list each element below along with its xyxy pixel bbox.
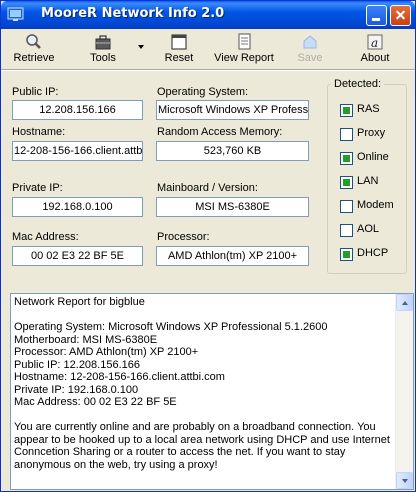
checkbox-label: Proxy <box>357 127 386 139</box>
checkbox-box[interactable] <box>340 176 353 189</box>
reset-button[interactable]: Reset <box>159 31 199 67</box>
reset-label: Reset <box>164 52 194 64</box>
view-report-label: View Report <box>214 52 274 64</box>
close-button[interactable] <box>390 5 411 26</box>
window-title: MooreR Network Info 2.0 <box>41 6 225 21</box>
checkbox-label: DHCP <box>357 247 389 259</box>
checkbox-box[interactable] <box>340 104 353 117</box>
toolbar: Retrieve Tools Reset View Report Save a … <box>1 29 415 69</box>
checkbox-box[interactable] <box>340 248 353 261</box>
app-icon <box>7 7 24 21</box>
report-content: Network Report for bigblue Operating Sys… <box>14 296 394 471</box>
magnifier-icon <box>26 34 41 49</box>
checkbox-label: Online <box>357 151 389 163</box>
mainboard-label: Mainboard / Version: <box>157 182 258 194</box>
mac-address-field[interactable]: 00 02 E3 22 BF 5E <box>12 246 143 266</box>
private-ip-field[interactable]: 192.168.0.100 <box>12 197 143 217</box>
tools-button[interactable]: Tools <box>83 31 123 67</box>
report-line: Hostname: 12-208-156-166.client.attbi.co… <box>14 371 225 383</box>
hostname-label: Hostname: <box>12 126 66 138</box>
ram-field[interactable]: 523,760 KB <box>156 141 309 161</box>
report-line: Public IP: 12.208.156.166 <box>14 358 140 371</box>
scroll-up-button[interactable] <box>396 294 413 311</box>
checkbox-box[interactable] <box>340 128 353 141</box>
report-line: Motherboard: MSI MS-6380E <box>14 333 158 346</box>
operating-system-field[interactable]: Microsoft Windows XP Professi <box>156 100 309 120</box>
title-bar[interactable]: MooreR Network Info 2.0 <box>1 1 415 29</box>
checkbox-label: AOL <box>357 223 380 235</box>
scroll-down-arrow-icon <box>402 479 408 483</box>
checkbox-label: Modem <box>357 199 394 211</box>
hostname-field[interactable]: 12-208-156-166.client.attb <box>12 141 143 161</box>
report-summary: You are currently online and are probabl… <box>14 421 390 471</box>
checkbox-box[interactable] <box>340 200 353 213</box>
minimize-button[interactable] <box>366 5 387 26</box>
about-icon: a <box>367 34 383 50</box>
report-heading: Network Report for bigblue <box>14 296 145 308</box>
operating-system-label: Operating System: <box>157 86 249 98</box>
scroll-down-button[interactable] <box>396 472 413 489</box>
report-line: Processor: AMD Athlon(tm) XP 2100+ <box>14 346 199 358</box>
document-icon <box>171 34 187 50</box>
scroll-up-arrow-icon <box>402 301 408 305</box>
app-window: MooreR Network Info 2.0 Retrieve Tools R… <box>0 0 416 492</box>
report-line: Operating System: Microsoft Windows XP P… <box>14 321 328 333</box>
tools-label: Tools <box>90 52 116 64</box>
tools-dropdown-arrow-icon[interactable] <box>138 45 144 49</box>
view-report-button[interactable]: View Report <box>211 31 277 67</box>
save-label: Save <box>297 52 323 64</box>
toolbox-icon <box>95 35 111 50</box>
processor-field[interactable]: AMD Athlon(tm) XP 2100+ <box>156 246 309 266</box>
svg-text:a: a <box>371 36 378 50</box>
public-ip-field[interactable]: 12.208.156.166 <box>12 100 143 120</box>
checkbox-box[interactable] <box>340 152 353 165</box>
checkbox-box[interactable] <box>340 224 353 237</box>
toolbar-divider <box>1 69 415 71</box>
retrieve-button[interactable]: Retrieve <box>9 31 59 67</box>
checkbox-label: LAN <box>357 175 379 187</box>
private-ip-label: Private IP: <box>12 182 63 194</box>
report-icon <box>238 33 251 50</box>
about-button[interactable]: a About <box>357 31 393 67</box>
ram-label: Random Access Memory: <box>157 126 283 138</box>
public-ip-label: Public IP: <box>12 86 59 98</box>
processor-label: Processor: <box>157 231 210 243</box>
checkbox-label: RAS <box>357 103 380 115</box>
report-line: Mac Address: 00 02 E3 22 BF 5E <box>14 396 177 408</box>
save-button[interactable]: Save <box>293 31 327 67</box>
save-icon <box>303 35 317 49</box>
mac-address-label: Mac Address: <box>12 231 79 243</box>
report-scrollbar[interactable] <box>395 294 413 489</box>
about-label: About <box>360 52 390 64</box>
detected-group-title: Detected: <box>331 78 385 90</box>
mainboard-field[interactable]: MSI MS-6380E <box>156 197 309 217</box>
retrieve-label: Retrieve <box>13 52 55 64</box>
report-line: Private IP: 192.168.0.100 <box>14 383 139 396</box>
report-textarea[interactable]: Network Report for bigblue Operating Sys… <box>10 293 414 490</box>
